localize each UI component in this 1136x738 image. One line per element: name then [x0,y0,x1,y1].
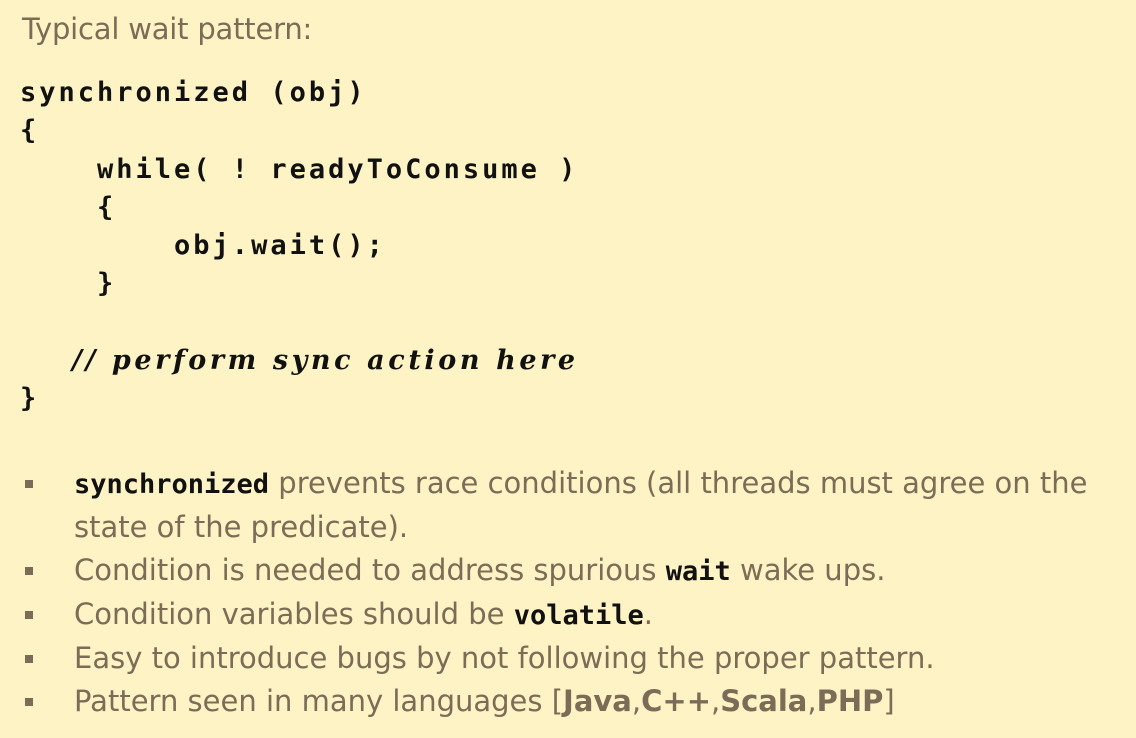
language-cpp: C++ [641,684,711,718]
language-java: Java [563,684,632,718]
code-line: { [20,115,40,147]
slide: Typical wait pattern: synchronized (obj)… [0,0,1136,738]
bullet-square-icon [25,567,33,575]
language-php: PHP [816,684,884,718]
bullet-text: wake ups. [730,553,886,587]
code-line: } [20,268,117,300]
separator: , [631,684,642,718]
list-item: Easy to introduce bugs by not following … [22,637,1122,680]
separator: , [711,684,721,718]
code-line: } [20,383,40,415]
bullet-text: . [643,597,653,631]
code-comment: // perform sync action here [20,345,579,377]
inline-code: wait [665,556,731,587]
inline-code: synchronized [74,469,270,500]
bullet-square-icon [25,655,33,663]
bullet-text: Easy to introduce bugs by not following … [74,641,935,675]
code-line: { [20,191,117,223]
bullet-text: Condition variables should be [74,597,514,631]
list-item: Condition variables should be volatile. [22,593,1122,637]
list-item: Condition is needed to address spurious … [22,549,1122,593]
code-line: while( ! readyToConsume ) [20,153,579,185]
list-item: Pattern seen in many languages [Java,C++… [22,680,1122,723]
bullet-text: ] [883,684,895,718]
code-line: obj.wait(); [20,230,386,262]
list-item: synchronized prevents race conditions (a… [22,462,1122,549]
separator: , [807,684,817,718]
slide-heading: Typical wait pattern: [22,12,313,46]
inline-code: volatile [513,600,644,631]
bullet-text: Condition is needed to address spurious [74,553,666,587]
bullet-square-icon [25,611,33,619]
code-line: synchronized (obj) [20,77,367,108]
bullet-square-icon [25,698,33,706]
bullet-square-icon [25,480,33,488]
code-block: synchronized (obj) { while( ! readyToCons… [20,74,579,419]
bullet-list: synchronized prevents race conditions (a… [22,462,1122,723]
bullet-text: Pattern seen in many languages [ [74,684,564,718]
language-scala: Scala [720,684,808,718]
